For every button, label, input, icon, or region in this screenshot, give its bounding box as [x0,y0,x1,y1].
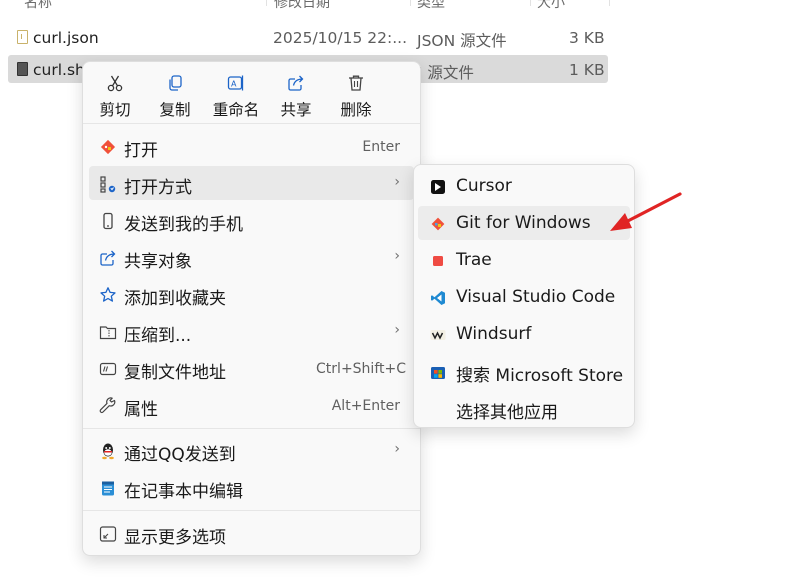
annotation-arrow-icon [610,192,682,231]
